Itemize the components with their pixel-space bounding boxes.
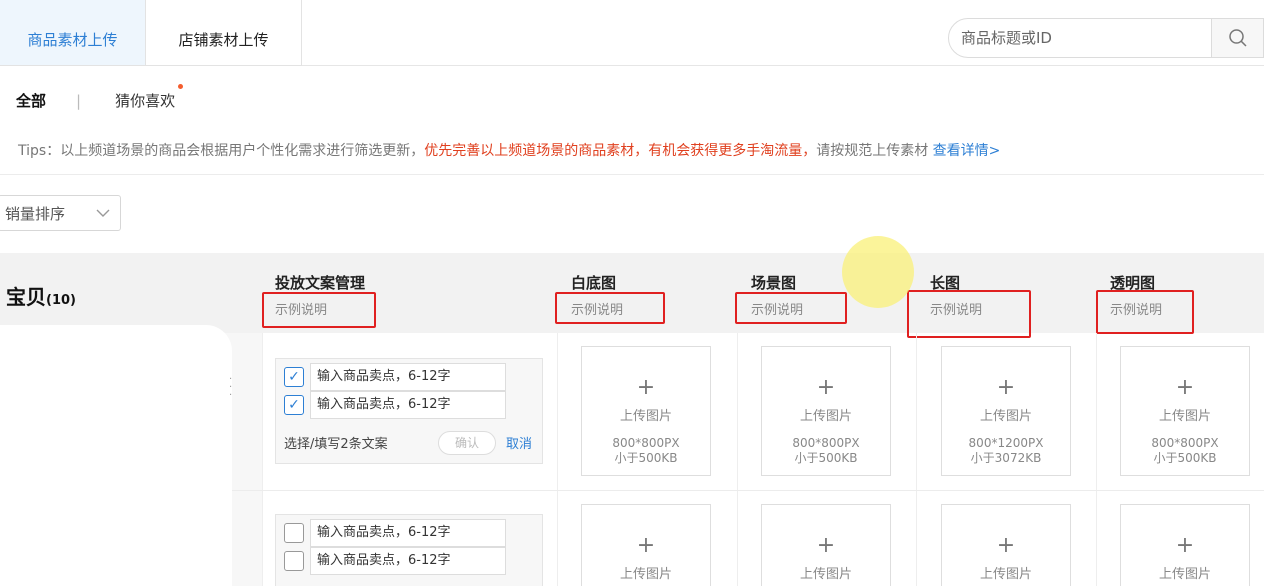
copy-checkbox-2[interactable]: ✓ [284, 395, 304, 415]
copy-input-2[interactable]: 输入商品卖点，6-12字 [310, 547, 506, 575]
search-box [948, 18, 1264, 58]
baby-header: 宝贝(10) [6, 281, 76, 310]
copy-input-2[interactable]: 输入商品卖点，6-12字 [310, 391, 506, 419]
section-divider [0, 174, 1264, 175]
filter-separator: | [76, 91, 82, 110]
chevron-down-icon [96, 209, 110, 217]
search-icon [1228, 29, 1247, 47]
copy-line-1: ✓ 输入商品卖点，6-12字 [284, 363, 506, 391]
plus-icon: + [996, 533, 1016, 558]
plus-icon: + [1175, 533, 1195, 558]
tab-product-material[interactable]: 商品素材上传 [0, 0, 146, 66]
upload-label: 上传图片 [1158, 409, 1211, 424]
column-title-copy: 投放文案管理 [275, 274, 366, 292]
upload-white-bg[interactable]: + 上传图片 [581, 504, 711, 586]
copy-line-2: 输入商品卖点，6-12字 [284, 547, 506, 575]
search-button[interactable] [1211, 19, 1263, 57]
annotation-box [907, 290, 1031, 338]
material-tabs: 商品素材上传 店铺素材上传 [0, 0, 302, 66]
upload-label: 上传图片 [799, 409, 852, 424]
plus-icon: + [996, 375, 1016, 400]
annotation-box [262, 292, 376, 328]
upload-label: 上传图片 [979, 409, 1032, 424]
tips-prefix: Tips：以上频道场景的商品会根据用户个性化需求进行筛选更新， [18, 143, 425, 159]
column-divider [262, 333, 263, 586]
upload-spec: 800*800PX [1151, 436, 1219, 450]
upload-label: 上传图片 [619, 567, 672, 582]
annotation-box [1096, 290, 1194, 334]
upload-label: 上传图片 [979, 567, 1032, 582]
annotation-box [735, 292, 847, 324]
sort-label: 销量排序 [5, 204, 66, 223]
column-divider [916, 333, 917, 586]
plus-icon: + [1175, 375, 1195, 400]
annotation-box [555, 292, 665, 324]
filter-guess-you-like[interactable]: 猜你喜欢 [115, 84, 184, 111]
tips-highlight: 优先完善以上频道场景的商品素材，有机会获得更多手淘流量， [424, 143, 817, 159]
tab-store-material[interactable]: 店铺素材上传 [146, 0, 302, 66]
column-title-white-bg: 白底图 [571, 274, 617, 292]
copy-checkbox-2[interactable] [284, 551, 304, 571]
filter-guess-label: 猜你喜欢 [115, 92, 176, 110]
copy-editor: 输入商品卖点，6-12字 输入商品卖点，6-12字 [275, 514, 543, 586]
upload-long[interactable]: + 上传图片 800*1200PX 小于3072KB [941, 346, 1071, 476]
tips-text: Tips：以上频道场景的商品会根据用户个性化需求进行筛选更新，优先完善以上频道场… [18, 140, 1000, 160]
upload-size: 小于500KB [794, 451, 858, 465]
column-divider [1096, 333, 1097, 586]
cancel-link[interactable]: 取消 [506, 433, 532, 452]
upload-spec: 800*800PX [792, 436, 860, 450]
upload-size: 小于500KB [614, 451, 678, 465]
search-input[interactable] [949, 20, 1211, 56]
filter-nav: 全部 | 猜你喜欢 [16, 84, 184, 111]
column-title-scene: 场景图 [751, 274, 797, 292]
upload-spec: 800*800PX [612, 436, 680, 450]
tips-suffix: 请按规范上传素材 [816, 143, 933, 159]
copy-line-1: 输入商品卖点，6-12字 [284, 519, 506, 547]
upload-label: 上传图片 [1158, 567, 1211, 582]
plus-icon: + [816, 533, 836, 558]
upload-label: 上传图片 [799, 567, 852, 582]
view-details-link[interactable]: 查看详情> [933, 143, 1001, 159]
tabs-divider [302, 65, 1264, 66]
upload-scene[interactable]: + 上传图片 800*800PX 小于500KB [761, 346, 891, 476]
filter-all[interactable]: 全部 [16, 90, 46, 111]
choose-copy-hint: 选择/填写2条文案 [284, 437, 388, 452]
copy-checkbox-1[interactable]: ✓ [284, 367, 304, 387]
sort-select[interactable]: 销量排序 [0, 195, 121, 231]
plus-icon: + [636, 533, 656, 558]
copy-editor: ✓ 输入商品卖点，6-12字 ✓ 输入商品卖点，6-12字 选择/填写2条文案 … [275, 358, 543, 464]
upload-label: 上传图片 [619, 409, 672, 424]
new-dot-badge [178, 84, 184, 89]
upload-size: 小于500KB [1153, 451, 1217, 465]
upload-scene[interactable]: + 上传图片 [761, 504, 891, 586]
baby-count: (10) [46, 293, 76, 308]
column-divider [737, 333, 738, 586]
copy-input-1[interactable]: 输入商品卖点，6-12字 [310, 519, 506, 547]
upload-size: 小于3072KB [970, 451, 1042, 465]
upload-long[interactable]: + 上传图片 [941, 504, 1071, 586]
row-divider [232, 490, 1264, 491]
more-dots-icon[interactable]: · · · [229, 375, 232, 401]
product-card [0, 325, 232, 586]
upload-white-bg[interactable]: + 上传图片 800*800PX 小于500KB [581, 346, 711, 476]
upload-spec: 800*1200PX [968, 436, 1044, 450]
plus-icon: + [636, 375, 656, 400]
plus-icon: + [816, 375, 836, 400]
cursor-highlight [842, 236, 914, 308]
upload-transparent[interactable]: + 上传图片 800*800PX 小于500KB [1120, 346, 1250, 476]
confirm-button[interactable]: 确认 [438, 431, 496, 455]
copy-input-1[interactable]: 输入商品卖点，6-12字 [310, 363, 506, 391]
baby-label: 宝贝 [6, 285, 46, 309]
copy-line-2: ✓ 输入商品卖点，6-12字 [284, 391, 506, 419]
upload-transparent[interactable]: + 上传图片 [1120, 504, 1250, 586]
copy-checkbox-1[interactable] [284, 523, 304, 543]
column-divider [557, 333, 558, 586]
